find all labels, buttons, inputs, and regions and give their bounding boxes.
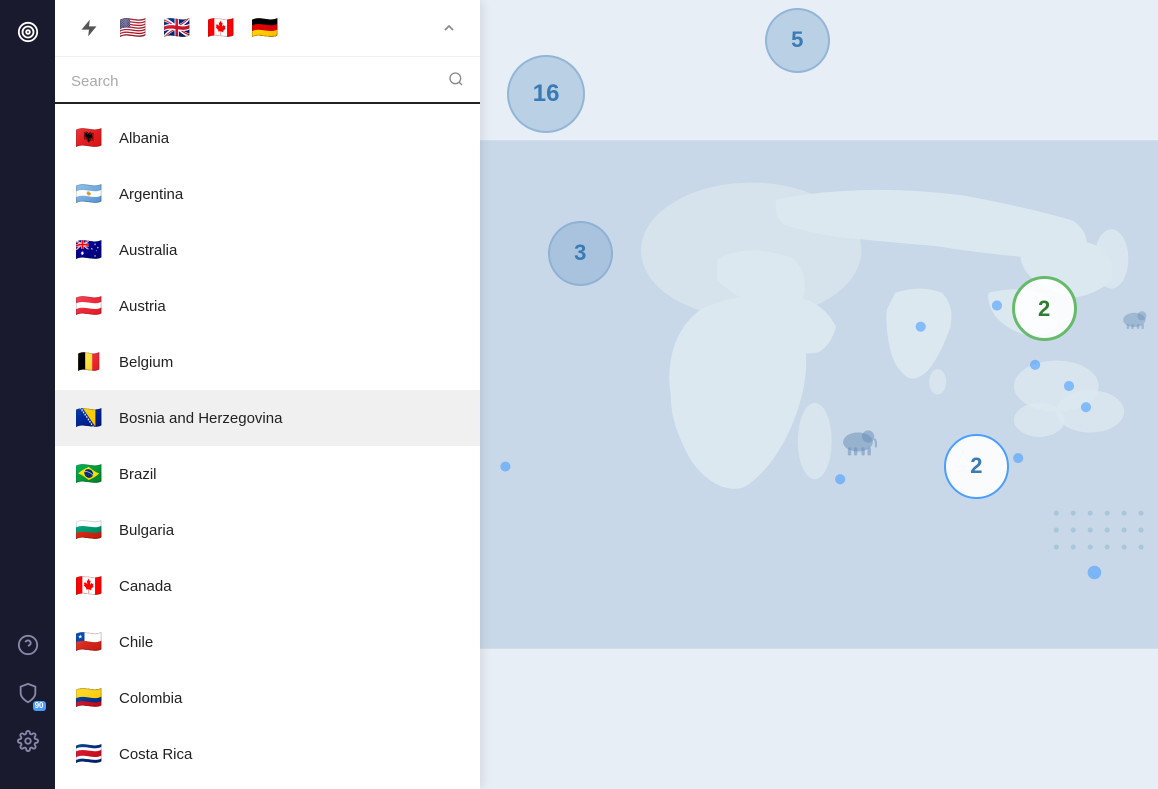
cluster-3[interactable]: 3 (548, 221, 613, 286)
country-name: Costa Rica (119, 746, 192, 763)
country-flag: 🇧🇬 (71, 512, 107, 548)
country-item[interactable]: 🇧🇦 Bosnia and Herzegovina (55, 390, 480, 446)
flags-bar: 🇺🇸 🇬🇧 🇨🇦 🇩🇪 (55, 0, 480, 57)
us-flag[interactable]: 🇺🇸 (115, 10, 151, 46)
search-input[interactable] (71, 73, 440, 90)
country-name: Canada (119, 578, 172, 595)
country-flag: 🇧🇦 (71, 400, 107, 436)
country-item[interactable]: 🇨🇷 Costa Rica (55, 726, 480, 782)
country-flag: 🇦🇺 (71, 232, 107, 268)
cluster-16[interactable]: 16 (507, 55, 585, 133)
country-flag: 🇧🇪 (71, 344, 107, 380)
country-item[interactable]: 🇧🇷 Brazil (55, 446, 480, 502)
panel: 🇺🇸 🇬🇧 🇨🇦 🇩🇪 🇦🇱 Albania 🇦🇷 Argentina 🇦🇺 Austra… (55, 0, 480, 789)
country-name: Belgium (119, 354, 173, 371)
target-icon[interactable] (8, 12, 48, 52)
country-flag: 🇦🇹 (71, 288, 107, 324)
bolt-icon[interactable] (71, 10, 107, 46)
country-flag: 🇦🇱 (71, 120, 107, 156)
country-name: Albania (119, 130, 169, 147)
country-item[interactable]: 🇦🇹 Austria (55, 278, 480, 334)
cluster-5[interactable]: 5 (765, 8, 830, 73)
country-item[interactable]: 🇦🇷 Argentina (55, 166, 480, 222)
country-item[interactable]: 🇦🇱 Albania (55, 110, 480, 166)
country-flag: 🇨🇴 (71, 680, 107, 716)
country-item[interactable]: 🇨🇴 Colombia (55, 670, 480, 726)
search-icon (448, 71, 464, 92)
cluster-2-green[interactable]: 2 (1012, 276, 1077, 341)
country-flag: 🇨🇦 (71, 568, 107, 604)
country-flag: 🇦🇷 (71, 176, 107, 212)
country-name: Colombia (119, 690, 182, 707)
country-item[interactable]: 🇧🇬 Bulgaria (55, 502, 480, 558)
cluster-2-blue[interactable]: 2 (944, 434, 1009, 499)
country-item[interactable]: 🇨🇱 Chile (55, 614, 480, 670)
country-item[interactable]: 🇧🇪 Belgium (55, 334, 480, 390)
sidebar-bottom: 90 (8, 625, 48, 777)
uk-flag[interactable]: 🇬🇧 (159, 10, 195, 46)
ca-flag[interactable]: 🇨🇦 (203, 10, 239, 46)
collapse-button[interactable] (434, 13, 464, 43)
country-name: Bulgaria (119, 522, 174, 539)
shield-icon[interactable]: 90 (8, 673, 48, 713)
help-icon[interactable] (8, 625, 48, 665)
settings-icon[interactable] (8, 721, 48, 761)
country-name: Australia (119, 242, 177, 259)
country-flag: 🇧🇷 (71, 456, 107, 492)
country-name: Argentina (119, 186, 183, 203)
world-map (480, 0, 1158, 789)
country-flag: 🇨🇷 (71, 736, 107, 772)
country-flag: 🇨🇱 (71, 624, 107, 660)
country-name: Austria (119, 298, 166, 315)
country-name: Chile (119, 634, 153, 651)
country-item[interactable]: 🇨🇦 Canada (55, 558, 480, 614)
search-container (55, 57, 480, 104)
de-flag[interactable]: 🇩🇪 (247, 10, 283, 46)
map-area: 5 16 3 2 2 (480, 0, 1158, 789)
country-list: 🇦🇱 Albania 🇦🇷 Argentina 🇦🇺 Australia 🇦🇹 Austria… (55, 104, 480, 789)
sidebar: 90 (0, 0, 55, 789)
country-name: Brazil (119, 466, 157, 483)
country-name: Bosnia and Herzegovina (119, 410, 282, 427)
shield-badge: 90 (33, 701, 46, 711)
country-item[interactable]: 🇦🇺 Australia (55, 222, 480, 278)
